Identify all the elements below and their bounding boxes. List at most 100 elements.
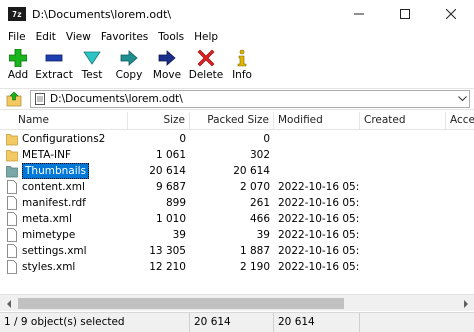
close-button[interactable] — [428, 0, 474, 28]
size-cell: 20 614 — [149, 165, 186, 177]
size-cell: 13 305 — [149, 245, 186, 257]
up-folder-button[interactable] — [3, 89, 25, 109]
file-row[interactable]: Configurations2 0 0 — [0, 131, 474, 147]
maximize-button[interactable] — [382, 0, 428, 28]
menu-edit[interactable]: Edit — [31, 31, 61, 43]
info-button[interactable]: Info — [227, 46, 257, 81]
file-row[interactable]: meta.xml 1 010 466 2022-10-16 05:38 — [0, 211, 474, 227]
name-cell: content.xml — [0, 179, 128, 195]
size-cell: 899 — [165, 197, 186, 209]
title-bar: 7z D:\Documents\lorem.odt\ — [0, 0, 474, 28]
file-list: Name Size Packed Size Modified Created A… — [0, 112, 474, 310]
scroll-right-icon[interactable] — [457, 295, 474, 312]
column-created[interactable]: Created — [360, 112, 446, 130]
modified-cell — [274, 147, 360, 163]
file-icon — [7, 180, 17, 194]
minimize-icon — [354, 13, 364, 15]
delete-x-icon — [196, 48, 216, 68]
name-cell: styles.xml — [0, 259, 128, 275]
packed-size-cell: 1 887 — [239, 245, 270, 257]
menu-file[interactable]: File — [3, 31, 31, 43]
name-cell: settings.xml — [0, 243, 128, 259]
extract-minus-icon — [44, 48, 64, 68]
file-row[interactable]: manifest.rdf 899 261 2022-10-16 05:38 — [0, 195, 474, 211]
packed-size-cell: 302 — [249, 149, 270, 161]
app-icon: 7z — [8, 7, 26, 21]
packed-size-cell: 2 070 — [239, 181, 270, 193]
menu-help[interactable]: Help — [189, 31, 223, 43]
modified-cell: 2022-10-16 05:38 — [278, 197, 360, 209]
packed-size-cell: 261 — [249, 197, 270, 209]
file-name: manifest.rdf — [22, 197, 86, 209]
move-button[interactable]: Move — [149, 46, 185, 81]
file-row[interactable]: mimetype 39 39 2022-10-16 05:38 — [0, 227, 474, 243]
test-button[interactable]: Test — [75, 46, 109, 81]
packed-size-cell: 466 — [249, 213, 270, 225]
column-modified[interactable]: Modified — [274, 112, 360, 130]
chevron-down-icon[interactable] — [455, 96, 469, 102]
folder-icon — [6, 166, 18, 178]
file-row[interactable]: content.xml 9 687 2 070 2022-10-16 05:38 — [0, 179, 474, 195]
file-name: mimetype — [22, 229, 76, 241]
packed-size-cell: 39 — [256, 229, 270, 241]
add-button[interactable]: Add — [3, 46, 33, 81]
file-icon — [7, 196, 17, 210]
extract-button[interactable]: Extract — [35, 46, 73, 81]
column-size[interactable]: Size — [128, 112, 190, 130]
file-row[interactable]: settings.xml 13 305 1 887 2022-10-16 05:38 — [0, 243, 474, 259]
name-cell: Thumbnails — [0, 163, 128, 179]
modified-cell: 2022-10-16 05:38 — [278, 181, 360, 193]
delete-button[interactable]: Delete — [188, 46, 224, 81]
modified-cell: 2022-10-16 05:38 — [278, 245, 360, 257]
file-icon — [7, 244, 17, 258]
test-check-icon — [82, 48, 102, 68]
file-icon — [7, 228, 17, 242]
name-cell: mimetype — [0, 227, 128, 243]
file-name: settings.xml — [22, 245, 87, 257]
size-cell: 1 010 — [155, 213, 186, 225]
column-name[interactable]: Name — [0, 112, 128, 130]
menu-tools[interactable]: Tools — [153, 31, 189, 43]
size-cell: 9 687 — [155, 181, 186, 193]
window-title: D:\Documents\lorem.odt\ — [32, 7, 172, 21]
file-name: content.xml — [22, 181, 85, 193]
file-row[interactable]: Thumbnails 20 614 20 614 — [0, 163, 474, 179]
name-cell: META-INF — [0, 147, 128, 163]
status-size: 20 614 — [190, 313, 274, 332]
status-bar: 1 / 9 object(s) selected 20 614 20 614 — [0, 312, 474, 332]
size-cell: 12 210 — [149, 261, 186, 273]
horizontal-scrollbar[interactable] — [0, 294, 474, 311]
file-row[interactable]: META-INF 1 061 302 — [0, 147, 474, 163]
name-cell: manifest.rdf — [0, 195, 128, 211]
scroll-left-icon[interactable] — [0, 295, 17, 312]
status-packed-size: 20 614 — [274, 313, 360, 332]
toolbar: Add Extract Test Copy Move Delete Info — [0, 46, 474, 86]
file-name: Thumbnails — [22, 163, 90, 179]
address-input[interactable]: D:\Documents\lorem.odt\ — [30, 90, 470, 108]
packed-size-cell: 20 614 — [233, 165, 270, 177]
modified-cell — [274, 163, 360, 179]
menu-favorites[interactable]: Favorites — [96, 31, 153, 43]
copy-arrow-icon — [119, 48, 139, 68]
address-path: D:\Documents\lorem.odt\ — [50, 93, 183, 105]
status-selection: 1 / 9 object(s) selected — [0, 313, 190, 332]
modified-cell: 2022-10-16 05:38 — [278, 261, 360, 273]
menu-view[interactable]: View — [61, 31, 96, 43]
name-cell: Configurations2 — [0, 131, 128, 147]
modified-cell: 2022-10-16 05:38 — [278, 213, 360, 225]
name-cell: meta.xml — [0, 211, 128, 227]
column-accessed[interactable]: Acce — [446, 112, 474, 130]
folder-icon — [6, 150, 18, 162]
packed-size-cell: 0 — [263, 133, 270, 145]
scroll-thumb[interactable] — [18, 298, 344, 309]
size-cell: 39 — [172, 229, 186, 241]
add-plus-icon — [8, 48, 28, 68]
maximize-icon — [400, 9, 410, 19]
file-row[interactable]: styles.xml 12 210 2 190 2022-10-16 05:38 — [0, 259, 474, 275]
copy-button[interactable]: Copy — [112, 46, 146, 81]
status-extra — [360, 313, 474, 332]
minimize-button[interactable] — [336, 0, 382, 28]
packed-size-cell: 2 190 — [239, 261, 270, 273]
file-name: Configurations2 — [22, 133, 106, 145]
column-packed-size[interactable]: Packed Size — [190, 112, 274, 130]
